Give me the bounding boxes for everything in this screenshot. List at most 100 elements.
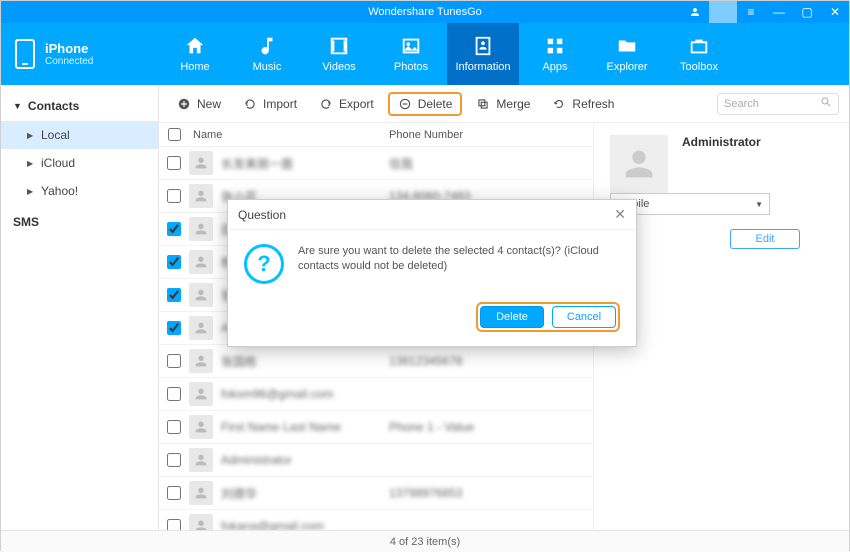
dialog-button-group: Delete Cancel <box>476 302 620 332</box>
nav-explorer[interactable]: Explorer <box>591 23 663 85</box>
row-checkbox[interactable] <box>167 222 181 236</box>
avatar-icon <box>189 283 213 307</box>
device-box[interactable]: iPhone Connected <box>1 23 159 85</box>
row-checkbox[interactable] <box>167 189 181 203</box>
row-name: fokana@gmail.com <box>221 519 389 530</box>
dialog-delete-button[interactable]: Delete <box>480 306 544 328</box>
nav-information[interactable]: Information <box>447 23 519 85</box>
row-checkbox[interactable] <box>167 387 181 401</box>
avatar-icon <box>189 382 213 406</box>
avatar-icon <box>189 316 213 340</box>
nav-toolbox[interactable]: Toolbox <box>663 23 735 85</box>
toolbar: New Import Export Delete Merge Refresh S… <box>159 85 849 123</box>
row-checkbox[interactable] <box>167 420 181 434</box>
select-all-checkbox[interactable] <box>168 128 181 141</box>
table-row[interactable]: 刘德华13798976853 <box>159 477 593 510</box>
nav-photos[interactable]: Photos <box>375 23 447 85</box>
row-checkbox[interactable] <box>167 453 181 467</box>
search-input[interactable]: Search <box>717 93 839 115</box>
caret-down-icon: ▼ <box>13 101 22 111</box>
refresh-button[interactable]: Refresh <box>544 93 622 115</box>
phone-icon <box>15 39 35 69</box>
sidebar-item-local[interactable]: ▶Local <box>1 121 158 149</box>
row-name: 张国栋 <box>221 353 389 370</box>
row-checkbox[interactable] <box>167 486 181 500</box>
window-controls: ≡ — ▢ ✕ <box>681 1 849 23</box>
row-checkbox[interactable] <box>167 321 181 335</box>
top-nav: iPhone Connected Home Music Videos Photo… <box>1 23 849 85</box>
row-name: 刘德华 <box>221 485 389 502</box>
question-icon: ? <box>244 244 284 284</box>
table-row[interactable]: 张国栋13812345678 <box>159 345 593 378</box>
title-bar: Wondershare TunesGo ≡ — ▢ ✕ <box>1 1 849 23</box>
sidebar-item-yahoo[interactable]: ▶Yahoo! <box>1 177 158 205</box>
maximize-button[interactable]: ▢ <box>793 1 821 23</box>
avatar-icon <box>189 250 213 274</box>
row-checkbox[interactable] <box>167 288 181 302</box>
sidebar-group-sms[interactable]: SMS <box>1 205 158 239</box>
status-bar: 4 of 23 item(s) <box>1 530 849 552</box>
device-status: Connected <box>45 56 93 67</box>
sidebar-item-icloud[interactable]: ▶iCloud <box>1 149 158 177</box>
dialog-close-icon[interactable]: ✕ <box>614 206 626 223</box>
col-name[interactable]: Name <box>189 129 389 141</box>
search-icon <box>820 96 832 111</box>
row-checkbox[interactable] <box>167 156 181 170</box>
table-row[interactable]: fokana@gmail.com <box>159 510 593 530</box>
avatar-icon <box>189 217 213 241</box>
table-row[interactable]: Administrator <box>159 444 593 477</box>
confirm-dialog: Question ✕ ? Are sure you want to delete… <box>227 199 637 347</box>
row-checkbox[interactable] <box>167 354 181 368</box>
row-name: Administrator <box>221 453 389 467</box>
merge-button[interactable]: Merge <box>468 93 538 115</box>
row-phone: 13798976853 <box>389 486 593 500</box>
table-header: Name Phone Number <box>159 123 593 147</box>
row-phone: Phone 1 - Value <box>389 420 593 434</box>
nav-videos[interactable]: Videos <box>303 23 375 85</box>
nav-items: Home Music Videos Photos Information App… <box>159 23 849 85</box>
delete-button[interactable]: Delete <box>388 92 463 116</box>
dialog-cancel-button[interactable]: Cancel <box>552 306 616 328</box>
sidebar-group-contacts[interactable]: ▼Contacts <box>1 91 158 121</box>
nav-music[interactable]: Music <box>231 23 303 85</box>
avatar-icon <box>189 481 213 505</box>
import-button[interactable]: Import <box>235 93 305 115</box>
avatar-icon <box>189 184 213 208</box>
dialog-message: Are sure you want to delete the selected… <box>298 244 620 284</box>
avatar <box>610 135 668 193</box>
sidebar: ▼Contacts ▶Local ▶iCloud ▶Yahoo! SMS <box>1 85 159 530</box>
new-button[interactable]: New <box>169 93 229 115</box>
triangle-icon: ▶ <box>27 159 35 168</box>
home-label: ome <box>610 273 833 287</box>
user-menu-icon[interactable] <box>681 1 709 23</box>
row-name: foksm96@gmail.com <box>221 387 389 401</box>
avatar-icon <box>189 349 213 373</box>
menu-icon[interactable]: ≡ <box>737 1 765 23</box>
row-name: 长发美丽一面 <box>221 155 389 172</box>
table-row[interactable]: foksm96@gmail.com <box>159 378 593 411</box>
row-checkbox[interactable] <box>167 519 181 530</box>
triangle-icon: ▶ <box>27 131 35 140</box>
table-row[interactable]: First Name Last NamePhone 1 - Value <box>159 411 593 444</box>
table-row[interactable]: 长发美丽一面信我 <box>159 147 593 180</box>
app-title: Wondershare TunesGo <box>368 6 482 18</box>
row-phone: 13812345678 <box>389 354 593 368</box>
row-name: First Name Last Name <box>221 420 389 434</box>
avatar-icon <box>189 415 213 439</box>
row-phone: 信我 <box>389 155 593 172</box>
nav-home[interactable]: Home <box>159 23 231 85</box>
export-button[interactable]: Export <box>311 93 382 115</box>
nav-apps[interactable]: Apps <box>519 23 591 85</box>
edit-button[interactable]: Edit <box>730 229 800 249</box>
device-name: iPhone <box>45 41 93 56</box>
avatar-icon <box>189 151 213 175</box>
separator <box>709 1 737 23</box>
chevron-down-icon: ▼ <box>755 200 763 209</box>
row-checkbox[interactable] <box>167 255 181 269</box>
avatar-icon <box>189 514 213 530</box>
col-phone[interactable]: Phone Number <box>389 129 593 141</box>
minimize-button[interactable]: — <box>765 1 793 23</box>
close-button[interactable]: ✕ <box>821 1 849 23</box>
avatar-icon <box>189 448 213 472</box>
status-text: 4 of 23 item(s) <box>390 536 460 548</box>
